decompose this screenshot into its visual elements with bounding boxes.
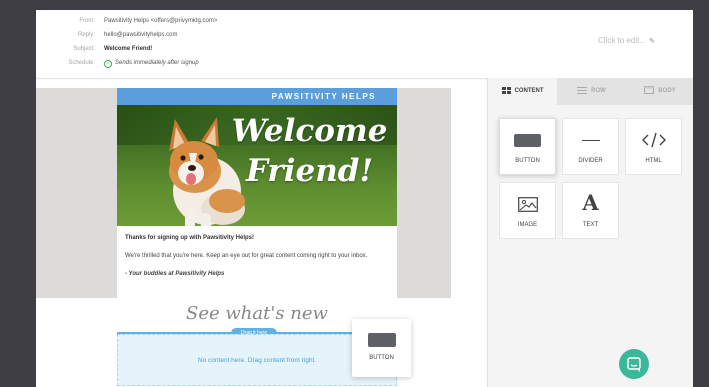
subject-value: Welcome Friend! [104,46,153,52]
chat-icon [627,357,641,372]
content-panel: CONTENT ROW BODY BUTTON DIVIDER HTML IMA… [487,78,693,387]
signoff-text: - Your buddies at Pawsitivity Helps [125,271,225,277]
schedule-text: Sends immediately after signup [115,60,199,66]
grid-icon [501,86,511,94]
tile-divider[interactable]: DIVIDER [562,118,619,175]
image-icon [517,197,538,212]
tab-row[interactable]: ROW [557,78,626,105]
email-settings-header[interactable]: From: Pawsitivity Helps <offers@privymkt… [36,10,693,79]
tab-content-label: CONTENT [514,88,544,94]
subject-label: Subject: [73,46,95,52]
tab-content[interactable]: CONTENT [488,78,557,105]
tile-html-label: HTML [645,158,662,164]
email-canvas: PAWSITIVITY HELPS Welcome Friend! Thanks… [36,80,487,387]
from-label: From: [79,18,95,24]
body-icon [644,86,655,95]
button-icon [367,333,396,347]
from-value: Pawsitivity Helps <offers@privymktg.com> [104,18,218,24]
click-to-edit-label: Click to edit... [598,36,647,45]
reply-value: hello@pawsitivityhelps.com [104,32,178,38]
reply-label: Reply: [77,32,95,38]
divider-icon [581,140,600,141]
hero-headline-line2: Friend! [245,153,374,189]
panel-tabs: CONTENT ROW BODY [488,78,693,105]
tile-button-label: BUTTON [515,158,540,164]
tile-divider-label: DIVIDER [578,158,603,164]
email-editor: From: Pawsitivity Helps <offers@privymkt… [36,10,693,387]
button-icon [514,134,541,147]
hero-headline: Welcome Friend! [222,111,397,191]
brand-bar[interactable]: PAWSITIVITY HELPS [117,88,397,105]
hero-image[interactable]: Welcome Friend! [117,105,397,226]
tile-image-label: IMAGE [517,222,538,228]
schedule-label: Schedule: [68,60,95,66]
tile-text-label: TEXT [582,222,599,228]
check-circle-icon: ✓ [104,60,112,68]
email-text-block[interactable]: Thanks for signing up with Pawsitivity H… [117,226,397,296]
tile-button[interactable]: BUTTON [499,118,556,175]
body-text: We're thrilled that you're here. Keep an… [125,253,368,259]
schedule-value: ✓ Sends immediately after signup [104,57,199,69]
tile-text[interactable]: A TEXT [562,182,619,239]
tile-html[interactable]: HTML [625,118,682,175]
tab-body-label: BODY [658,88,676,94]
thanks-text: Thanks for signing up with Pawsitivity H… [125,235,255,241]
dragging-button-tile[interactable]: BUTTON [352,319,411,377]
email-body[interactable]: PAWSITIVITY HELPS Welcome Friend! Thanks… [117,88,397,306]
rows-icon [577,86,588,94]
tile-image[interactable]: IMAGE [499,182,556,239]
click-to-edit[interactable]: Click to edit... ✎ [598,36,655,45]
tab-body[interactable]: BODY [626,78,693,105]
hero-headline-line1: Welcome [231,113,388,149]
tab-row-label: ROW [591,88,606,94]
chat-widget-button[interactable] [619,349,649,379]
pencil-icon: ✎ [649,38,655,45]
code-icon [641,132,666,148]
text-icon: A [582,190,599,215]
dragging-button-label: BUTTON [369,355,394,361]
